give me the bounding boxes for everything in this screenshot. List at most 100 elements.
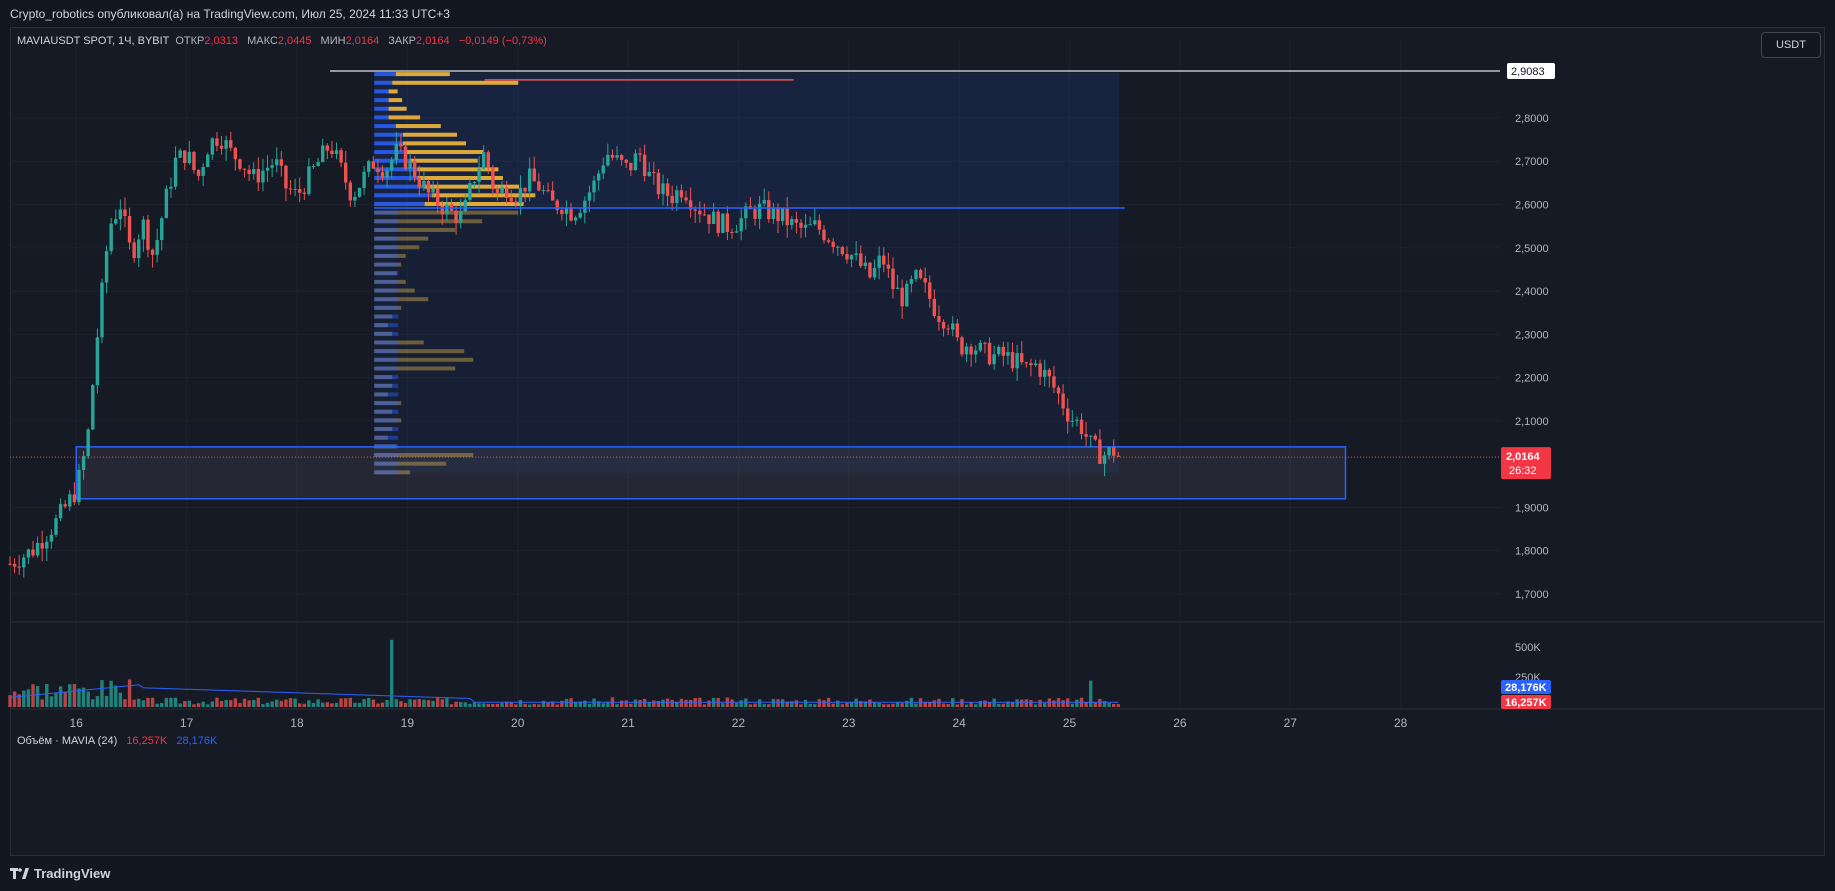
profile-row-base — [374, 340, 399, 345]
volume-bar — [587, 704, 592, 707]
volume-bar — [330, 703, 334, 707]
volume-bar — [1098, 698, 1102, 707]
candle-body — [302, 192, 307, 194]
candle-body — [325, 145, 330, 151]
volume-bar — [477, 703, 481, 707]
tradingview-logo[interactable]: TradingView — [10, 866, 110, 881]
volume-legend: Объём · MAVIA (24) 16,257K 28,176K — [17, 735, 217, 747]
volume-bar — [1112, 703, 1116, 707]
volume-bar — [799, 704, 803, 707]
currency-button[interactable]: USDT — [1761, 32, 1821, 58]
volume-bar — [146, 697, 150, 707]
profile-row-base — [374, 227, 399, 232]
profile-row-base — [374, 349, 399, 354]
candle-body — [578, 212, 582, 218]
candle-body — [81, 456, 86, 470]
volume-bar — [160, 702, 164, 707]
volume-bar — [688, 699, 693, 707]
candle-body — [537, 181, 541, 191]
last-price-label: 2,0164 — [1506, 451, 1541, 463]
profile-row-blue — [374, 184, 425, 189]
volume-bar — [647, 702, 651, 707]
candle-body — [63, 504, 67, 507]
candle-body — [445, 204, 449, 215]
volume-bar — [652, 700, 656, 707]
symbol-label[interactable]: MAVIAUSDT SPOT, 1Ч, BYBIT — [17, 35, 169, 47]
volume-bar — [215, 697, 219, 707]
candle-body — [95, 337, 100, 386]
volume-bar — [316, 699, 320, 707]
volume-bar — [495, 703, 500, 707]
candle-body — [808, 224, 812, 226]
candle-body — [357, 187, 362, 197]
high-label: МАКС — [247, 35, 278, 47]
profile-row-base — [374, 219, 399, 224]
volume-bar — [435, 697, 440, 707]
volume-label[interactable]: Объём · MAVIA (24) — [17, 735, 117, 747]
volume-bar — [794, 700, 799, 707]
price-tick-label: 1,9000 — [1515, 502, 1549, 514]
volume-bar — [325, 702, 330, 707]
volume-bar — [454, 701, 458, 707]
volume-bar — [771, 698, 776, 707]
candle-body — [279, 159, 284, 166]
volume-value-1: 16,257K — [126, 735, 168, 747]
price-chart[interactable]: 2,8000 2,7000 2,6000 2,5000 2,4000 2,3000 2,20… — [0, 0, 1835, 891]
candle-body — [1084, 434, 1088, 437]
volume-bar — [389, 639, 394, 707]
volume-bar — [527, 704, 532, 707]
candle-body — [1043, 369, 1047, 377]
volume-bar — [127, 679, 132, 707]
zone-fill — [76, 446, 1346, 499]
volume-bar — [376, 703, 380, 707]
profile-row-blue — [374, 150, 407, 155]
candle-body — [905, 283, 909, 307]
candle-body — [49, 534, 54, 542]
candle-body — [45, 541, 49, 549]
volume-bar — [1084, 702, 1088, 707]
candle-body — [468, 183, 472, 200]
profile-row-base — [374, 435, 399, 440]
volume-bar — [201, 701, 205, 707]
volume-bar — [675, 702, 679, 707]
candle-body — [380, 172, 385, 178]
candle-body — [1033, 363, 1038, 366]
candle-body — [932, 298, 937, 317]
volume-bar — [137, 698, 141, 707]
volume-bar — [872, 702, 877, 707]
candle-body — [601, 165, 605, 174]
candle-body — [454, 210, 458, 223]
candle-body — [877, 255, 881, 268]
candle-body — [164, 188, 169, 219]
candle-body — [1006, 352, 1010, 356]
candle-body — [863, 262, 868, 267]
volume-bar — [49, 696, 54, 707]
profile-row-base — [374, 236, 399, 241]
candle-body — [426, 180, 431, 193]
candle-body — [334, 150, 339, 154]
volume-bar — [776, 699, 780, 707]
profile-row-base — [374, 366, 399, 371]
candle-body — [399, 144, 403, 147]
candle-body — [937, 316, 941, 323]
price-tick-label: 2,4000 — [1515, 286, 1549, 298]
time-tick-label: 16 — [70, 716, 84, 730]
candle-body — [8, 563, 12, 565]
volume-bar — [270, 701, 274, 707]
volume-bar — [40, 699, 44, 707]
volume-bar — [35, 686, 40, 707]
volume-bar — [408, 699, 412, 707]
profile-row-base — [374, 409, 399, 414]
candle-body — [596, 173, 601, 181]
candle-body — [463, 199, 467, 212]
volume-bar — [348, 697, 353, 707]
volume-bar — [252, 700, 256, 707]
volume-bar — [1075, 699, 1079, 707]
candle-body — [173, 157, 178, 187]
volume-bar — [665, 698, 670, 707]
candle-body — [238, 159, 242, 169]
support-zone — [75, 446, 1347, 500]
candle-body — [652, 171, 656, 173]
candle-body — [412, 160, 417, 178]
candle-body — [615, 155, 619, 158]
